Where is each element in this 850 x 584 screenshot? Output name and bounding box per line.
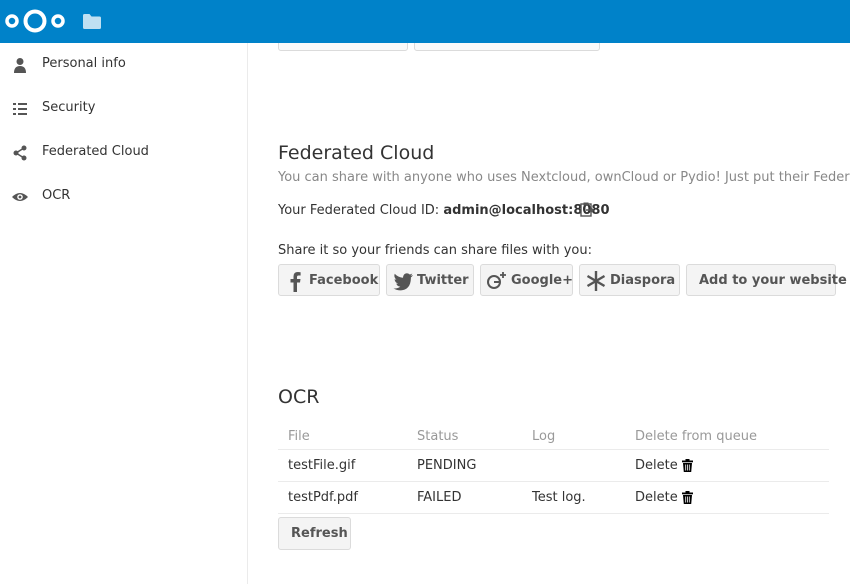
status-cell: FAILED (407, 481, 522, 514)
twitter-share-button[interactable]: Twitter (386, 264, 474, 296)
facebook-label: Facebook (309, 273, 379, 288)
partial-button[interactable] (278, 43, 408, 51)
table-header-row: File Status Log Delete from queue (278, 424, 829, 450)
twitter-label: Twitter (417, 273, 469, 288)
googleplus-icon (487, 272, 506, 289)
sidebar-item-label: Personal info (42, 56, 126, 71)
ocr-title: OCR (278, 386, 320, 408)
sidebar-item-label: Federated Cloud (42, 144, 149, 159)
delete-cell: Delete (625, 481, 829, 514)
share-prompt: Share it so your friends can share files… (278, 243, 592, 258)
share-icon (13, 145, 27, 161)
trash-icon (681, 458, 693, 472)
twitter-icon (393, 273, 413, 291)
table-row: testPdf.pdf FAILED Test log. Delete (278, 481, 829, 514)
sidebar-item-security[interactable]: Security (0, 87, 247, 131)
delete-button[interactable]: Delete (635, 490, 693, 505)
sidebar-item-label: Security (42, 100, 96, 115)
refresh-label: Refresh (291, 526, 348, 541)
add-to-website-label: Add to your website (699, 273, 847, 288)
delete-cell: Delete (625, 449, 829, 482)
column-header-file: File (278, 424, 407, 450)
settings-sidebar: Personal info Security Federated Cloud O… (0, 43, 248, 584)
refresh-button[interactable]: Refresh (278, 517, 351, 550)
clipboard-icon[interactable] (580, 202, 594, 217)
settings-content: Federated Cloud You can share with anyon… (248, 43, 850, 584)
diaspora-icon (586, 271, 606, 291)
federated-cloud-title: Federated Cloud (278, 142, 435, 164)
file-cell: testFile.gif (278, 449, 407, 482)
delete-label: Delete (635, 457, 678, 473)
sidebar-item-label: OCR (42, 188, 71, 203)
diaspora-share-button[interactable]: Diaspora (579, 264, 680, 296)
list-icon (13, 103, 27, 115)
folder-icon[interactable] (83, 14, 101, 29)
eye-icon (12, 193, 28, 201)
status-cell: PENDING (407, 449, 522, 482)
federated-cloud-id: Your Federated Cloud ID: admin@localhost… (278, 203, 610, 218)
federated-id-label: Your Federated Cloud ID: (278, 203, 440, 218)
diaspora-label: Diaspora (610, 273, 676, 288)
sidebar-item-personal-info[interactable]: Personal info (0, 43, 247, 87)
log-cell (522, 449, 625, 482)
table-row: testFile.gif PENDING Delete (278, 449, 829, 482)
partial-button[interactable] (414, 43, 600, 51)
top-header (0, 0, 850, 43)
googleplus-label: Google+ (511, 273, 574, 288)
delete-button[interactable]: Delete (635, 458, 693, 473)
googleplus-share-button[interactable]: Google+ (480, 264, 573, 296)
sidebar-item-federated-cloud[interactable]: Federated Cloud (0, 131, 247, 175)
nextcloud-logo-icon[interactable] (4, 8, 66, 34)
ocr-queue-table: File Status Log Delete from queue testFi… (278, 424, 829, 514)
person-icon (14, 58, 26, 73)
add-to-website-button[interactable]: Add to your website (686, 264, 847, 296)
federated-cloud-description: You can share with anyone who uses Nextc… (278, 170, 850, 185)
column-header-delete: Delete from queue (625, 424, 829, 450)
facebook-icon (290, 272, 301, 292)
column-header-log: Log (522, 424, 625, 450)
log-cell: Test log. (522, 481, 625, 514)
delete-label: Delete (635, 489, 678, 505)
trash-icon (681, 490, 693, 504)
file-cell: testPdf.pdf (278, 481, 407, 514)
column-header-status: Status (407, 424, 522, 450)
sidebar-item-ocr[interactable]: OCR (0, 175, 247, 219)
facebook-share-button[interactable]: Facebook (278, 264, 380, 296)
